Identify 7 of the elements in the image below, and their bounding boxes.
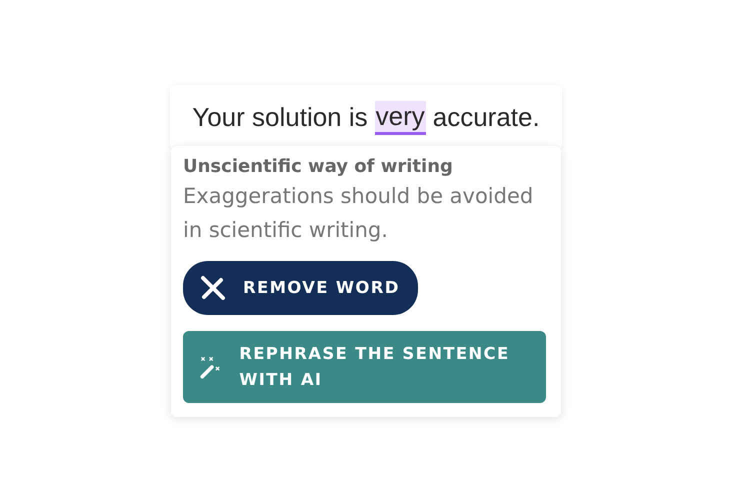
sentence-text: Your solution is: [192, 102, 368, 132]
suggestion-description: Exaggerations should be avoided in scientific writing.: [183, 183, 534, 244]
remove-word-button[interactable]: REMOVE WORD: [183, 261, 418, 315]
highlighted-word[interactable]: very: [374, 101, 426, 135]
rephrase-button[interactable]: REPHRASE THE SENTENCE WITH AI: [183, 331, 546, 403]
sentence-text: accurate.: [432, 102, 540, 132]
suggestion-title: Unscientific way of writing: [183, 156, 453, 177]
